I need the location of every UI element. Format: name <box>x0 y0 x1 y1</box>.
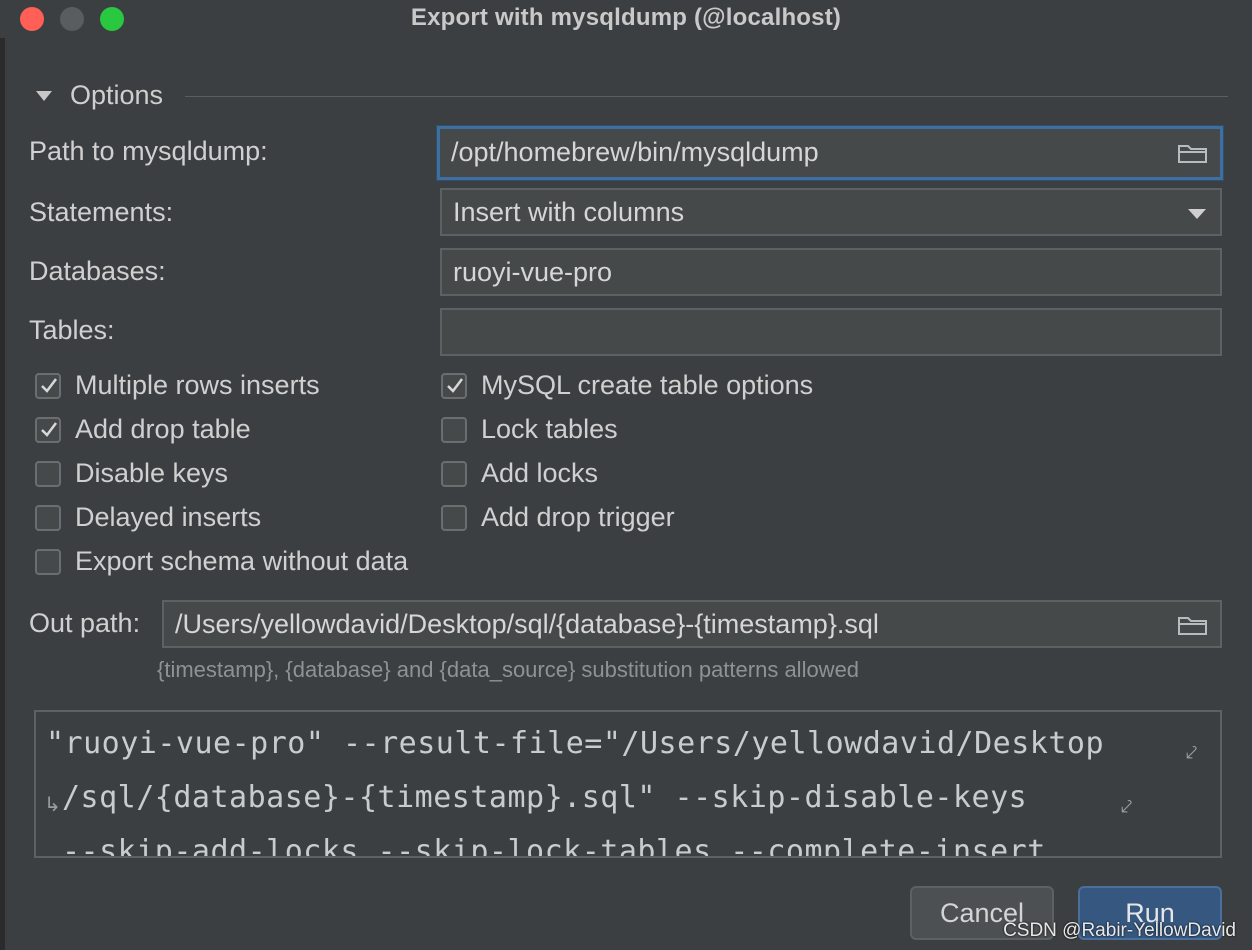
mysqldump-path-input[interactable]: /opt/homebrew/bin/mysqldump <box>437 126 1223 180</box>
options-section-header[interactable]: Options <box>30 80 1228 114</box>
checkbox-box[interactable] <box>441 461 467 487</box>
checkbox-label: Export schema without data <box>75 546 409 576</box>
checkmark-icon <box>41 378 57 393</box>
checkbox-label: Add locks <box>481 458 599 488</box>
statements-value: Insert with columns <box>453 197 685 227</box>
checkbox-label: Disable keys <box>75 458 229 488</box>
checkbox-box[interactable] <box>441 373 467 399</box>
checkbox-box[interactable] <box>35 461 61 487</box>
checkbox-label: Add drop table <box>75 414 251 444</box>
chevron-down-icon[interactable] <box>1188 209 1206 219</box>
checkbox-box[interactable] <box>35 549 61 575</box>
checkbox-box[interactable] <box>35 505 61 531</box>
mysqldump-path-value: /opt/homebrew/bin/mysqldump <box>451 137 819 167</box>
checkbox-label: Add drop trigger <box>481 502 675 532</box>
command-preview[interactable]: "ruoyi-vue-pro" --result-file="/Users/ye… <box>34 710 1222 858</box>
out-path-input[interactable]: /Users/yellowdavid/Desktop/sql/{database… <box>162 600 1222 648</box>
checkbox-box[interactable] <box>441 505 467 531</box>
command-line-2: /sql/{database}-{timestamp}.sql" --skip-… <box>62 780 1028 815</box>
command-line-3: --skip-add-locks --skip-lock-tables --co… <box>62 834 1046 858</box>
soft-wrap-icon: ⤦ <box>1186 740 1198 764</box>
tables-input[interactable] <box>440 308 1222 356</box>
checkbox-box[interactable] <box>35 417 61 443</box>
window-edge <box>0 38 5 950</box>
databases-value: ruoyi-vue-pro <box>453 257 613 287</box>
title-bar: Export with mysqldump (@localhost) <box>0 0 1252 38</box>
databases-label: Databases: <box>29 256 166 286</box>
command-line-1: "ruoyi-vue-pro" --result-file="/Users/ye… <box>46 726 1105 761</box>
checkbox-label: MySQL create table options <box>481 370 814 400</box>
out-path-label: Out path: <box>29 608 141 638</box>
options-section-label: Options <box>70 80 164 110</box>
databases-input[interactable]: ruoyi-vue-pro <box>440 248 1222 296</box>
out-path-value: /Users/yellowdavid/Desktop/sql/{database… <box>175 609 879 639</box>
folder-icon[interactable] <box>1178 143 1208 163</box>
checkbox-box[interactable] <box>35 373 61 399</box>
checkmark-icon <box>41 422 57 437</box>
tables-label: Tables: <box>29 315 115 345</box>
statements-label: Statements: <box>29 197 174 227</box>
checkbox-label: Delayed inserts <box>75 502 262 532</box>
path-label: Path to mysqldump: <box>29 136 268 166</box>
soft-wrap-icon: ⤦ <box>1121 794 1133 818</box>
checkmark-icon <box>447 378 463 393</box>
out-path-hint: {timestamp}, {database} and {data_source… <box>157 657 860 682</box>
checkbox-label: Lock tables <box>481 414 618 444</box>
section-divider <box>185 96 1228 97</box>
folder-icon[interactable] <box>1178 615 1208 635</box>
collapse-triangle-icon[interactable] <box>36 91 52 101</box>
statements-select[interactable]: Insert with columns <box>440 188 1222 236</box>
checkbox-label: Multiple rows inserts <box>75 370 320 400</box>
window-title: Export with mysqldump (@localhost) <box>410 4 842 31</box>
soft-wrap-icon: ↳ <box>44 792 61 816</box>
watermark: CSDN @Rabir-YellowDavid <box>1003 920 1236 941</box>
checkbox-box[interactable] <box>441 417 467 443</box>
